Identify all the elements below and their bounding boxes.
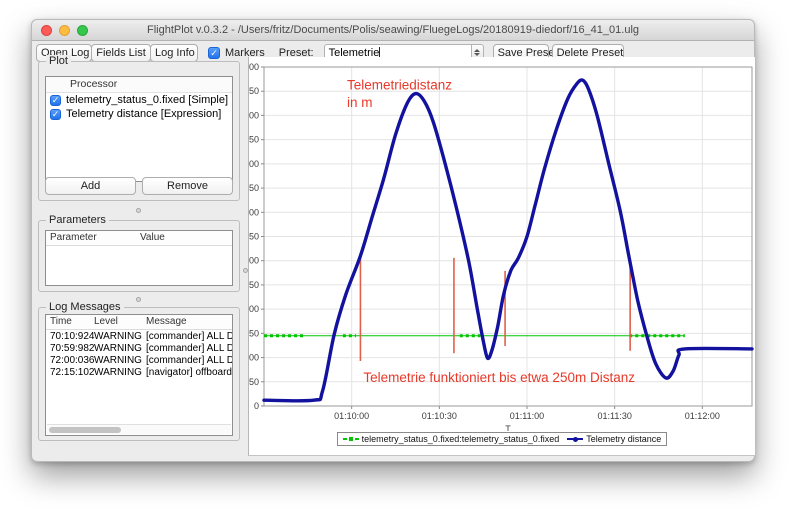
plot-item-checkbox[interactable]: ✓ [50,109,61,120]
svg-text:100: 100 [249,353,259,363]
svg-text:01:11:00: 01:11:00 [510,411,544,421]
plot-item-checkbox[interactable]: ✓ [50,95,61,106]
svg-text:01:11:30: 01:11:30 [597,411,631,421]
log-info-button[interactable]: Log Info [150,44,198,62]
log-cell-level: WARNING [94,367,146,378]
plot-item-label: telemetry_status_0.fixed [Simple] [66,94,228,106]
svg-text:in m: in m [347,95,373,110]
log-cell-level: WARNING [94,331,146,342]
svg-text:600: 600 [249,110,259,120]
log-row[interactable]: 72:15:102WARNING[navigator] offboard m [46,366,232,378]
legend-label: Telemetry distance [586,434,661,444]
splitter-handle-icon[interactable] [136,297,141,302]
plot-panel-title: Plot [46,55,71,67]
log-cell-message: [commander] ALL DAT [146,331,232,342]
log-cell-time: 72:00:036 [46,355,94,366]
log-cell-time: 72:15:102 [46,367,94,378]
svg-text:450: 450 [249,183,259,193]
plot-processor-list[interactable]: Processor ✓ telemetry_status_0.fixed [Sim… [45,76,233,182]
legend-swatch-blue-icon [567,438,583,440]
level-column-header: Level [94,316,146,327]
window-title: FlightPlot v.0.3.2 - /Users/fritz/Docume… [147,24,639,36]
message-column-header: Message [146,316,232,327]
title-bar[interactable]: FlightPlot v.0.3.2 - /Users/fritz/Docume… [32,20,754,41]
scrollbar-thumb[interactable] [49,427,121,433]
svg-text:01:10:00: 01:10:00 [334,411,369,421]
svg-text:Telemetriedistanz: Telemetriedistanz [347,77,452,92]
log-cell-level: WARNING [94,343,146,354]
markers-checkbox[interactable]: ✓ [208,47,220,59]
svg-text:400: 400 [249,207,259,217]
horizontal-scrollbar[interactable] [47,424,231,434]
chart-legend: telemetry_status_0.fixed:telemetry_statu… [249,432,755,446]
value-column-header: Value [138,232,232,243]
plot-item[interactable]: ✓ telemetry_status_0.fixed [Simple] [46,93,232,107]
log-cell-message: [navigator] offboard m [146,367,232,378]
legend-item: telemetry_status_0.fixed:telemetry_statu… [343,434,560,444]
svg-text:700: 700 [249,62,259,72]
chart-canvas[interactable]: 0 50 100 150 200 250 300 350 400 450 500 550 600 650 7… [249,57,756,431]
log-cell-level: WARNING [94,355,146,366]
svg-text:650: 650 [249,86,259,96]
parameters-table[interactable]: Parameter Value [45,230,233,286]
chart-area: 0 50 100 150 200 250 300 350 400 450 500 550 600 650 7… [248,57,755,456]
add-button[interactable]: Add [45,177,136,195]
splitter-handle-icon[interactable] [136,208,141,213]
log-cell-message: [commander] ALL DAT [146,355,232,366]
svg-text:50: 50 [249,377,259,387]
remove-button[interactable]: Remove [142,177,233,195]
svg-text:01:10:30: 01:10:30 [422,411,457,421]
log-row[interactable]: 70:10:924WARNING[commander] ALL DAT [46,330,232,342]
plot-items: ✓ telemetry_status_0.fixed [Simple] ✓ Telem… [46,93,232,121]
svg-text:300: 300 [249,256,259,266]
plot-panel: Plot Processor ✓telemetry_status_0.fixed… [38,61,240,201]
svg-text:T: T [505,424,511,431]
log-messages-table[interactable]: Time Level Message 70:10:924WARNING[comm… [45,314,233,436]
svg-text:0: 0 [254,401,259,411]
log-messages-panel-title: Log Messages [46,301,124,313]
legend-item: Telemetry distance [567,434,661,444]
processor-column-header: Processor [46,77,232,93]
svg-text:Telemetrie funktioniert bis et: Telemetrie funktioniert bis etwa 250m Di… [363,370,635,385]
legend-swatch-green-icon [343,438,359,440]
log-cell-time: 70:10:924 [46,331,94,342]
svg-text:150: 150 [249,328,259,338]
legend-box: telemetry_status_0.fixed:telemetry_statu… [337,432,668,446]
log-cell-time: 70:59:982 [46,343,94,354]
log-row[interactable]: 70:59:982WARNING[commander] ALL DAT [46,342,232,354]
parameters-panel: Parameters Parameter Value [38,220,240,292]
text-cursor [379,47,380,58]
svg-text:350: 350 [249,232,259,242]
svg-text:200: 200 [249,304,259,314]
log-messages-panel: Log Messages Time Level Message 70:10:92… [38,307,240,441]
log-row[interactable]: 72:00:036WARNING[commander] ALL DAT [46,354,232,366]
parameters-panel-title: Parameters [46,214,109,226]
svg-text:01:12:00: 01:12:00 [685,411,720,421]
flightplot-window: FlightPlot v.0.3.2 - /Users/fritz/Docume… [31,19,755,462]
svg-text:250: 250 [249,280,259,290]
time-column-header: Time [46,316,94,327]
plot-item-label: Telemetry distance [Expression] [66,108,221,120]
log-rows: 70:10:924WARNING[commander] ALL DAT70:59… [46,330,232,378]
close-button-icon[interactable] [41,25,52,36]
zoom-button-icon[interactable] [77,25,88,36]
legend-label: telemetry_status_0.fixed:telemetry_statu… [362,434,560,444]
svg-text:550: 550 [249,135,259,145]
svg-text:500: 500 [249,159,259,169]
plot-item[interactable]: ✓ Telemetry distance [Expression] [46,107,232,121]
fields-list-button[interactable]: Fields List [91,44,151,62]
minimize-button-icon[interactable] [59,25,70,36]
parameter-column-header: Parameter [46,232,138,243]
log-cell-message: [commander] ALL DAT [146,343,232,354]
